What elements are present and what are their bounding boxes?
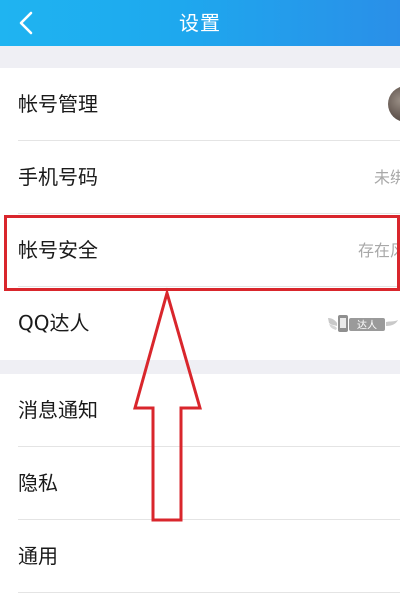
security-status-value: 存在风 (357, 241, 400, 260)
settings-screen: 设置 帐号管理 手机号码 未绑 帐号安全 存在风 QQ达人 达人 消息通知 隐私… (0, 0, 400, 600)
general-settings-group: 消息通知 隐私 通用 (0, 374, 400, 600)
settings-item-label: 通用 (18, 544, 58, 568)
settings-item-account-security[interactable]: 帐号安全 存在风 (0, 214, 400, 287)
settings-item-label: 消息通知 (18, 398, 98, 422)
settings-item-privacy[interactable]: 隐私 (0, 447, 400, 520)
top-navigation-bar: 设置 (0, 0, 400, 46)
settings-item-label: 手机号码 (18, 165, 98, 189)
qq-daren-badge: 达人 (326, 312, 400, 336)
settings-item-phone-number[interactable]: 手机号码 未绑 (0, 141, 400, 214)
settings-item-label: QQ达人 (18, 311, 90, 335)
settings-item-label: 帐号管理 (18, 92, 98, 116)
settings-item-message-notification[interactable]: 消息通知 (0, 374, 400, 447)
settings-item-account-management[interactable]: 帐号管理 (0, 68, 400, 141)
page-title: 设置 (179, 11, 221, 35)
settings-item-general[interactable]: 通用 (0, 520, 400, 593)
row-divider (18, 592, 400, 593)
phone-status-value: 未绑 (373, 168, 400, 187)
settings-item-label: 帐号安全 (18, 238, 98, 262)
settings-item-label: 隐私 (18, 471, 58, 495)
badge-text: 达人 (357, 320, 377, 332)
